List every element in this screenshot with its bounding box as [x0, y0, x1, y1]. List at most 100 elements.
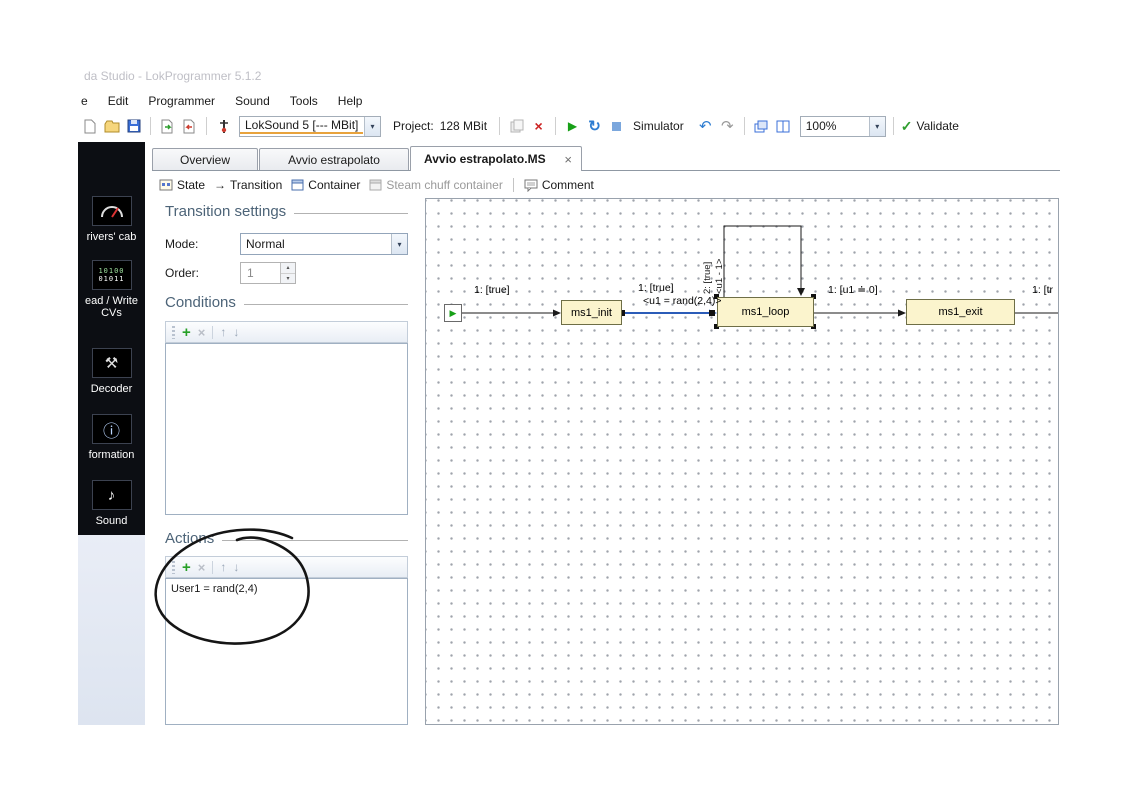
wrench-icon: ⚒ — [92, 348, 132, 378]
tab-avvio-estrapolato-ms[interactable]: Avvio estrapolato.MS × — [410, 146, 582, 171]
stop-square-glyph — [612, 122, 621, 131]
comment-tool-button[interactable]: Comment — [524, 178, 594, 192]
loop-label-line2: <u1 - 1> — [714, 224, 726, 294]
move-down-icon: ↓ — [233, 561, 239, 573]
decoder-select-value: LokSound 5 [--- MBit] — [240, 118, 363, 134]
tile-windows-icon[interactable] — [774, 117, 793, 136]
tab-bar-underline — [152, 170, 1060, 171]
conditions-title-text: Conditions — [165, 294, 236, 311]
state-ms1-init[interactable]: ms1_init — [561, 300, 622, 325]
validate-check-icon: ✓ — [901, 118, 913, 135]
menu-tools[interactable]: Tools — [290, 94, 318, 108]
chevron-down-icon[interactable]: ▾ — [869, 117, 885, 136]
delete-action-icon: × — [198, 561, 206, 574]
menu-file-partial[interactable]: e — [81, 94, 88, 108]
spin-up-icon[interactable]: ▴ — [281, 263, 295, 274]
title-rule — [294, 213, 408, 214]
diagram-canvas[interactable]: ▶ ms1_init ms1_loop ms1_exit 1: [true] 1… — [425, 198, 1059, 725]
start-node[interactable]: ▶ — [444, 304, 462, 322]
sidebar-item-label: formation — [78, 449, 145, 461]
cascade-windows-icon[interactable] — [752, 117, 771, 136]
write-decoder-icon[interactable] — [180, 117, 199, 136]
transition-wires — [426, 199, 1059, 725]
toolbar-separator — [150, 117, 151, 135]
sidebar-item-label: Sound — [78, 515, 145, 527]
undo-icon[interactable]: ↶ — [696, 117, 715, 136]
open-folder-icon[interactable] — [102, 117, 121, 136]
actions-title: Actions — [165, 530, 408, 547]
info-glyph: ⓘ — [103, 417, 120, 442]
move-down-icon: ↓ — [233, 326, 239, 338]
zoom-select[interactable]: 100% ▾ — [800, 116, 886, 137]
steam-chuff-container-tool-button: Steam chuff container — [369, 178, 503, 192]
read-write-cvs-icon: 10100 01011 — [92, 260, 132, 290]
tab-label: Overview — [180, 153, 230, 167]
mode-select[interactable]: Normal ▾ — [240, 233, 408, 255]
container-tool-button[interactable]: Container — [291, 178, 360, 192]
state-ms1-exit[interactable]: ms1_exit — [906, 299, 1015, 325]
note-glyph: ♪ — [108, 487, 116, 504]
loop-transition-label: 2: [true] <u1 - 1> — [702, 224, 728, 294]
menu-edit[interactable]: Edit — [108, 94, 129, 108]
decoder-select[interactable]: LokSound 5 [--- MBit] ▾ — [239, 116, 381, 137]
add-condition-icon[interactable]: + — [182, 325, 191, 340]
validate-button[interactable]: ✓ Validate — [901, 118, 959, 135]
transition-tool-button[interactable]: → Transition — [214, 178, 282, 192]
toolbar-grip — [172, 326, 175, 339]
order-stepper[interactable]: 1 ▴ ▾ — [240, 262, 296, 284]
conditions-list[interactable] — [165, 343, 408, 515]
toolbar-grip — [172, 561, 175, 574]
panel-title-text: Transition settings — [165, 203, 286, 220]
menu-sound[interactable]: Sound — [235, 94, 270, 108]
tab-overview[interactable]: Overview — [152, 148, 258, 170]
state-ms1-loop[interactable]: ms1_loop — [717, 297, 814, 327]
app-window: da Studio - LokProgrammer 5.1.2 e Edit P… — [0, 0, 1122, 793]
toolbar-separator — [893, 117, 894, 135]
close-tab-icon[interactable]: × — [564, 152, 572, 167]
sidebar-item-drivers-cab[interactable]: rivers' cab — [78, 196, 145, 243]
stop-icon[interactable] — [607, 117, 626, 136]
new-file-icon[interactable] — [80, 117, 99, 136]
action-list-item[interactable]: User1 = rand(2,4) — [166, 579, 407, 599]
redo-icon: ↷ — [718, 117, 737, 136]
bits-glyph: 10100 — [98, 267, 124, 275]
menu-programmer[interactable]: Programmer — [148, 94, 215, 108]
comment-icon — [524, 179, 538, 192]
read-decoder-icon[interactable] — [158, 117, 177, 136]
add-action-icon[interactable]: + — [182, 560, 191, 575]
bits-glyph: 01011 — [98, 275, 124, 283]
sidebar-lower-panel — [78, 535, 145, 725]
chevron-down-icon[interactable]: ▾ — [364, 117, 380, 136]
chevron-down-icon[interactable]: ▾ — [391, 234, 407, 254]
toolbar-separator — [499, 117, 500, 135]
transition-label: 1: [true] — [474, 284, 510, 296]
project-value: 128 MBit — [440, 119, 487, 133]
state-tool-button[interactable]: State — [159, 178, 205, 192]
abort-icon[interactable]: × — [529, 117, 548, 136]
sidebar-item-information[interactable]: ⓘ formation — [78, 414, 145, 461]
refresh-icon[interactable]: ↻ — [585, 117, 604, 136]
tab-avvio-estrapolato[interactable]: Avvio estrapolato — [259, 148, 409, 170]
menu-help[interactable]: Help — [338, 94, 363, 108]
sidebar-item-sound[interactable]: ♪ Sound — [78, 480, 145, 527]
menu-bar: e Edit Programmer Sound Tools Help — [78, 90, 1008, 111]
transition-condition-label: <u1 = rand(2,4)> — [643, 295, 722, 307]
info-icon: ⓘ — [92, 414, 132, 444]
toolbar-separator — [212, 561, 213, 574]
toolbar-separator — [513, 178, 514, 192]
programmer-connection-icon[interactable] — [214, 117, 233, 136]
state-tool-label: State — [177, 178, 205, 192]
transition-arrow-icon: → — [214, 178, 226, 192]
steam-chuff-tool-label: Steam chuff container — [386, 178, 503, 192]
tab-label: Avvio estrapolato.MS — [424, 152, 546, 166]
transition-tool-label: Transition — [230, 178, 282, 192]
sidebar-item-label: rivers' cab — [78, 231, 145, 243]
play-icon[interactable]: ▶ — [563, 117, 582, 136]
actions-list[interactable]: User1 = rand(2,4) — [165, 578, 408, 725]
spin-down-icon[interactable]: ▾ — [281, 274, 295, 284]
sidebar-item-decoder[interactable]: ⚒ Decoder — [78, 348, 145, 395]
diagram-toolbar: State → Transition Container Steam chuff… — [152, 172, 1060, 198]
save-icon[interactable] — [124, 117, 143, 136]
sidebar-item-read-write-cvs[interactable]: 10100 01011 ead / Write CVs — [78, 260, 145, 319]
left-icon-sidebar: rivers' cab 10100 01011 ead / Write CVs … — [78, 142, 145, 535]
